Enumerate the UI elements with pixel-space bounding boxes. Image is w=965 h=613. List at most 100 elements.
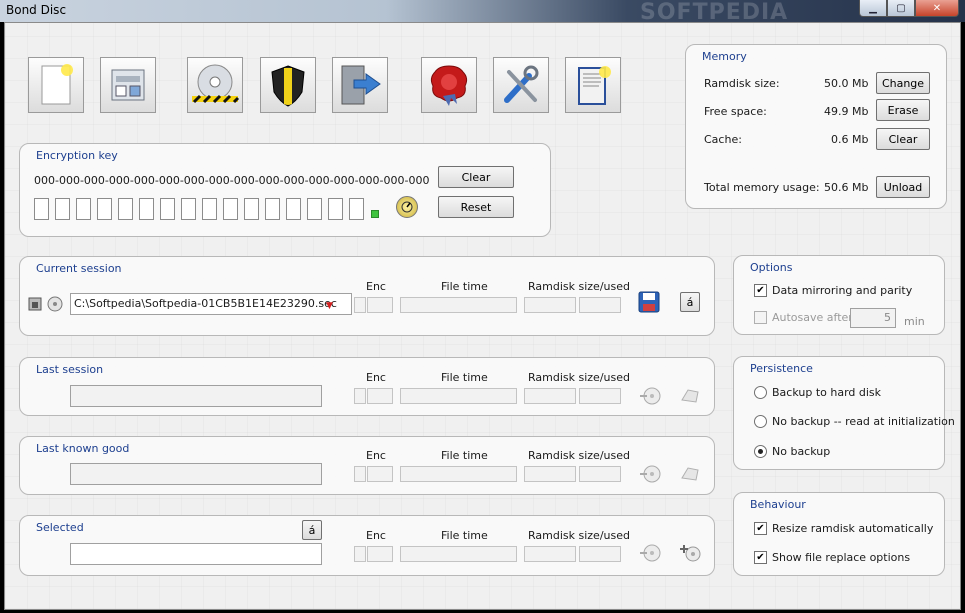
minimize-icon: ▁ [869,2,877,14]
selected-path-field[interactable] [70,543,322,565]
no-backup-radio[interactable] [754,445,767,458]
no-backup-read-radio[interactable] [754,415,767,428]
title-bar: Bond Disc SOFTPEDIA ▁ ▢ ✕ [0,0,965,25]
key-box[interactable] [223,198,238,220]
enc-cell [367,388,393,404]
maximize-button[interactable]: ▢ [887,0,915,17]
cache-value: 0.6 Mb [831,133,869,146]
window-controls: ▁ ▢ ✕ [859,0,959,17]
unload-button[interactable]: Unload [876,176,930,198]
key-box[interactable] [160,198,175,220]
import-icon [341,65,381,105]
session-action-button[interactable]: á [680,292,700,312]
maximize-icon: ▢ [896,2,906,14]
file-time-column-header: File time [441,529,488,542]
current-session-panel: Current session C:\Softpedia\Softpedia-0… [19,256,715,336]
enc-cell [354,466,366,482]
ramdisk-used-cell [579,466,621,482]
key-box[interactable] [181,198,196,220]
memory-title: Memory [702,50,747,63]
key-box[interactable] [34,198,49,220]
backup-hard-disk-radio[interactable] [754,386,767,399]
settings-button[interactable] [493,57,549,113]
autosave-label: Autosave after [772,311,853,324]
ramdisk-size-cell [524,297,576,313]
key-box[interactable] [97,198,112,220]
book-icon [578,66,611,105]
ramdisk-column-header: Ramdisk size/used [528,449,630,462]
reset-key-button[interactable]: Reset [438,196,514,218]
key-box[interactable] [265,198,280,220]
ramdisk-column-header: Ramdisk size/used [528,529,630,542]
session-disc-button[interactable] [46,293,64,315]
protect-button[interactable] [260,57,316,113]
current-session-title: Current session [36,262,122,275]
burn-disc-button[interactable] [187,57,243,113]
key-box[interactable] [118,198,133,220]
disc-load-icon [640,387,661,405]
key-box[interactable] [328,198,343,220]
restore-icon [681,467,699,481]
last-known-good-title: Last known good [36,442,130,455]
key-dial-button[interactable] [396,196,418,218]
key-box[interactable] [244,198,259,220]
save-session-button[interactable] [637,291,661,313]
close-icon: ✕ [932,2,942,14]
load-disc-button [638,385,662,407]
erase-button[interactable]: Erase [876,99,930,121]
clear-cache-button[interactable]: Clear [876,128,930,150]
last-session-path-field [70,385,322,407]
resize-ramdisk-checkbox[interactable]: ✔ [754,522,767,535]
disc-load-icon [640,465,661,483]
last-session-title: Last session [36,363,104,376]
add-session-button[interactable] [678,542,702,564]
current-session-path: C:\Softpedia\Softpedia-01CB5B1E14E23290.… [74,297,337,310]
change-button[interactable]: Change [876,72,930,94]
chevron-down-icon[interactable]: ▼ [326,301,333,311]
data-mirroring-checkbox[interactable]: ✔ [754,284,767,297]
file-replace-checkbox[interactable]: ✔ [754,551,767,564]
key-box[interactable] [139,198,154,220]
key-box[interactable] [286,198,301,220]
enc-column-header: Enc [366,371,386,384]
new-key-button[interactable] [28,57,84,113]
minimize-button[interactable]: ▁ [859,0,887,17]
persistence-panel: Persistence Backup to hard disk No backu… [733,356,955,470]
key-box[interactable] [349,198,364,220]
shield-icon [271,65,305,107]
ramdisk-size-value: 50.0 Mb [824,77,869,90]
disc-icon [47,296,63,312]
file-time-column-header: File time [441,371,488,384]
file-time-cell [400,466,517,482]
key-box[interactable] [76,198,91,220]
ramdisk-used-cell [579,546,621,562]
enc-column-header: Enc [366,529,386,542]
floppy-icon [638,291,660,313]
file-time-cell [400,546,517,562]
memory-panel: Memory Ramdisk size: 50.0 Mb Change Free… [685,44,947,209]
enc-column-header: Enc [366,280,386,293]
disc-load-icon [640,544,661,562]
free-space-value: 49.9 Mb [824,105,869,118]
help-button[interactable] [565,57,621,113]
clear-key-button[interactable]: Clear [438,166,514,188]
enc-cell [367,546,393,562]
close-button[interactable]: ✕ [915,0,959,17]
restore-button [678,463,702,485]
load-disc-button [638,542,662,564]
key-box[interactable] [307,198,322,220]
persistence-title: Persistence [750,362,813,375]
seal-button[interactable] [421,57,477,113]
key-box[interactable] [202,198,217,220]
key-box[interactable] [55,198,70,220]
add-disc-icon [680,545,701,562]
encryption-key-title: Encryption key [36,149,118,162]
open-key-button[interactable] [100,57,156,113]
select-file-button[interactable]: á [302,520,322,540]
current-session-path-field[interactable]: C:\Softpedia\Softpedia-01CB5B1E14E23290.… [70,293,352,315]
file-replace-label: Show file replace options [772,551,911,564]
lock-session-button[interactable] [26,293,44,315]
import-button[interactable] [332,57,388,113]
encryption-key-panel: Encryption key 000-000-000-000-000-000-0… [19,143,551,237]
file-time-cell [400,297,517,313]
